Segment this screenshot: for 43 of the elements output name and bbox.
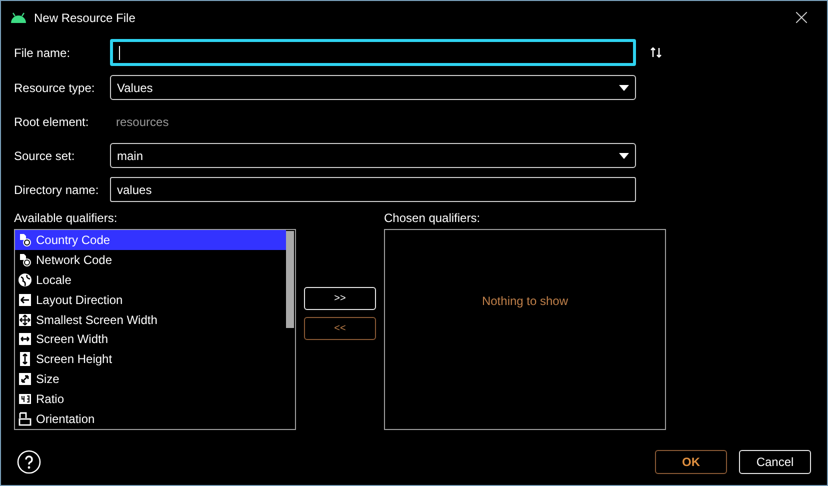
field-label: Resource type: xyxy=(14,80,96,96)
qualifier-icon xyxy=(18,352,32,366)
add-qualifier-button[interactable]: >> xyxy=(304,287,376,310)
qualifier-icon xyxy=(18,252,32,267)
qualifier-item[interactable]: Ratio xyxy=(15,389,286,410)
qualifier-item[interactable]: Smallest Screen Width xyxy=(15,310,286,330)
qualifier-item[interactable]: Country Code xyxy=(15,230,286,250)
scrollbar-thumb[interactable] xyxy=(286,231,294,328)
dropdown[interactable]: Values xyxy=(110,75,636,100)
qualifier-icon xyxy=(18,392,32,406)
root-element-value: resources xyxy=(115,114,170,130)
dropdown-caret-icon xyxy=(619,84,629,90)
qualifier-icon xyxy=(18,372,32,386)
directory-name-field[interactable]: values xyxy=(110,177,636,202)
qualifier-item[interactable]: Screen Width xyxy=(15,330,286,350)
chosen-qualifiers-label: Chosen qualifiers: xyxy=(384,211,482,225)
android-logo-icon xyxy=(10,12,27,23)
cancel-button[interactable]: Cancel xyxy=(739,450,811,474)
sort-arrows-icon[interactable] xyxy=(650,47,662,58)
qualifier-icon xyxy=(18,412,32,426)
qualifier-icon xyxy=(18,232,32,247)
file-name-field[interactable] xyxy=(110,39,636,66)
available-qualifiers-label: Available qualifiers: xyxy=(14,211,118,225)
qualifier-icon xyxy=(18,332,32,346)
dropdown-caret-icon xyxy=(619,152,629,158)
qualifier-item[interactable]: Locale xyxy=(15,270,286,290)
empty-message: Nothing to show xyxy=(482,293,568,308)
field-label: File name: xyxy=(14,44,72,62)
help-icon[interactable] xyxy=(17,450,41,474)
close-icon[interactable] xyxy=(796,12,807,23)
qualifier-item[interactable]: Network Code xyxy=(15,250,286,270)
qualifier-item[interactable]: Orientation xyxy=(15,409,286,430)
qualifier-icon xyxy=(18,312,32,327)
qualifier-icon xyxy=(18,272,32,287)
dropdown[interactable]: main xyxy=(110,143,636,168)
qualifier-icon xyxy=(18,292,32,307)
window-title: New Resource File xyxy=(34,10,136,26)
qualifier-item[interactable]: Size xyxy=(15,369,286,390)
qualifier-item[interactable]: Layout Direction xyxy=(15,290,286,310)
qualifier-item[interactable]: Screen Height xyxy=(15,349,286,370)
field-label: Source set: xyxy=(14,148,76,164)
field-label: Root element: xyxy=(14,114,90,130)
field-label: Directory name: xyxy=(14,182,100,198)
